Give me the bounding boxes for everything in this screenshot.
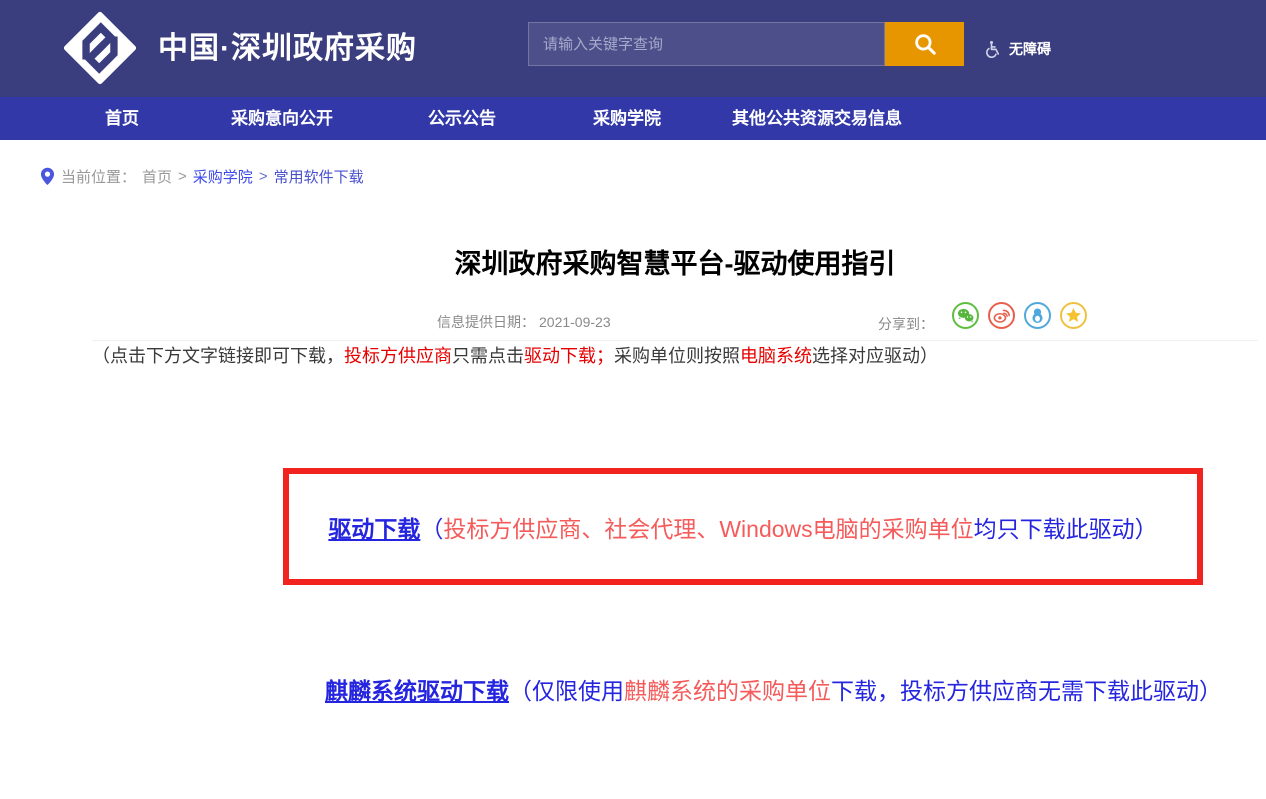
breadcrumb-item-current: 常用软件下载: [274, 166, 364, 187]
kylin-driver-download-link[interactable]: 麒麟系统驱动下载: [325, 678, 509, 704]
kylin-download-line: 麒麟系统驱动下载（仅限使用麒麟系统的采购单位下载，投标方供应商无需下载此驱动）: [325, 672, 1222, 706]
breadcrumb: 当前位置： 首页 > 采购学院 > 常用软件下载: [40, 166, 364, 187]
share-icon-group: [952, 302, 1087, 329]
accessibility-link[interactable]: 无障碍: [984, 0, 1051, 97]
location-pin-icon: [40, 167, 55, 186]
site-logo-icon: [57, 7, 143, 89]
search-box: [528, 22, 885, 66]
driver-download-line: 驱动下载（投标方供应商、社会代理、Windows电脑的采购单位均只下载此驱动）: [328, 510, 1157, 544]
search-icon: [912, 31, 938, 57]
text-segment: 采购单位则按照: [614, 346, 740, 367]
publish-date: 信息提供日期：2021-09-23: [437, 312, 611, 332]
text-segment: 驱动下载；: [524, 346, 614, 367]
wheelchair-icon: [984, 40, 1002, 58]
qzone-share-icon[interactable]: [1060, 302, 1087, 329]
weibo-share-icon[interactable]: [988, 302, 1015, 329]
text-segment: 均只下载此驱动）: [974, 516, 1158, 542]
driver-download-highlight-box: 驱动下载（投标方供应商、社会代理、Windows电脑的采购单位均只下载此驱动）: [283, 468, 1203, 585]
content-divider: [92, 340, 1258, 341]
accessibility-label: 无障碍: [1009, 39, 1051, 59]
nav-item-procurement-intent[interactable]: 采购意向公开: [182, 97, 382, 140]
article-content: 深圳政府采购智慧平台-驱动使用指引 信息提供日期：2021-09-23 分享到：: [92, 230, 1258, 790]
main-nav: 首页 采购意向公开 公示公告 采购学院 其他公共资源交易信息: [0, 97, 1266, 140]
breadcrumb-separator: >: [259, 168, 268, 185]
publish-date-label: 信息提供日期：: [437, 314, 535, 330]
search-input[interactable]: [529, 23, 884, 65]
nav-item-other-public-resources[interactable]: 其他公共资源交易信息: [712, 97, 922, 140]
breadcrumb-item-home[interactable]: 首页: [142, 166, 172, 187]
publish-date-value: 2021-09-23: [539, 314, 611, 330]
text-segment: 投标方供应商、社会代理、Windows电脑的采购单位: [443, 516, 973, 542]
nav-item-home[interactable]: 首页: [62, 97, 182, 140]
text-segment: （点击下方文字链接即可下载，: [92, 346, 344, 367]
instruction-note: （点击下方文字链接即可下载，投标方供应商只需点击驱动下载；采购单位则按照电脑系统…: [92, 344, 1258, 370]
page-title: 深圳政府采购智慧平台-驱动使用指引: [92, 242, 1258, 281]
text-segment: 麒麟系统的采购单位: [624, 678, 831, 704]
text-segment: （: [420, 516, 443, 542]
article-meta: 信息提供日期：2021-09-23 分享到：: [92, 298, 1258, 338]
qq-share-icon[interactable]: [1024, 302, 1051, 329]
text-segment: 选择对应驱动）: [812, 346, 938, 367]
site-header: 中国·深圳政府采购 无障碍: [0, 0, 1266, 97]
text-segment: 只需点击: [452, 346, 524, 367]
nav-item-procurement-college[interactable]: 采购学院: [542, 97, 712, 140]
breadcrumb-item-college[interactable]: 采购学院: [193, 166, 253, 187]
breadcrumb-separator: >: [178, 168, 187, 185]
nav-item-announcements[interactable]: 公示公告: [382, 97, 542, 140]
site-title: 中国·深圳政府采购: [158, 0, 417, 97]
search-button[interactable]: [885, 22, 964, 66]
text-segment: 投标方供应商: [344, 346, 452, 367]
breadcrumb-label: 当前位置：: [61, 166, 136, 187]
share-label: 分享到：: [878, 314, 934, 334]
text-segment: （仅限使用: [509, 678, 624, 704]
text-segment: 下载，投标方供应商无需下载此驱动）: [831, 678, 1222, 704]
driver-download-link[interactable]: 驱动下载: [328, 516, 420, 542]
text-segment: 电脑系统: [740, 346, 812, 367]
wechat-share-icon[interactable]: [952, 302, 979, 329]
